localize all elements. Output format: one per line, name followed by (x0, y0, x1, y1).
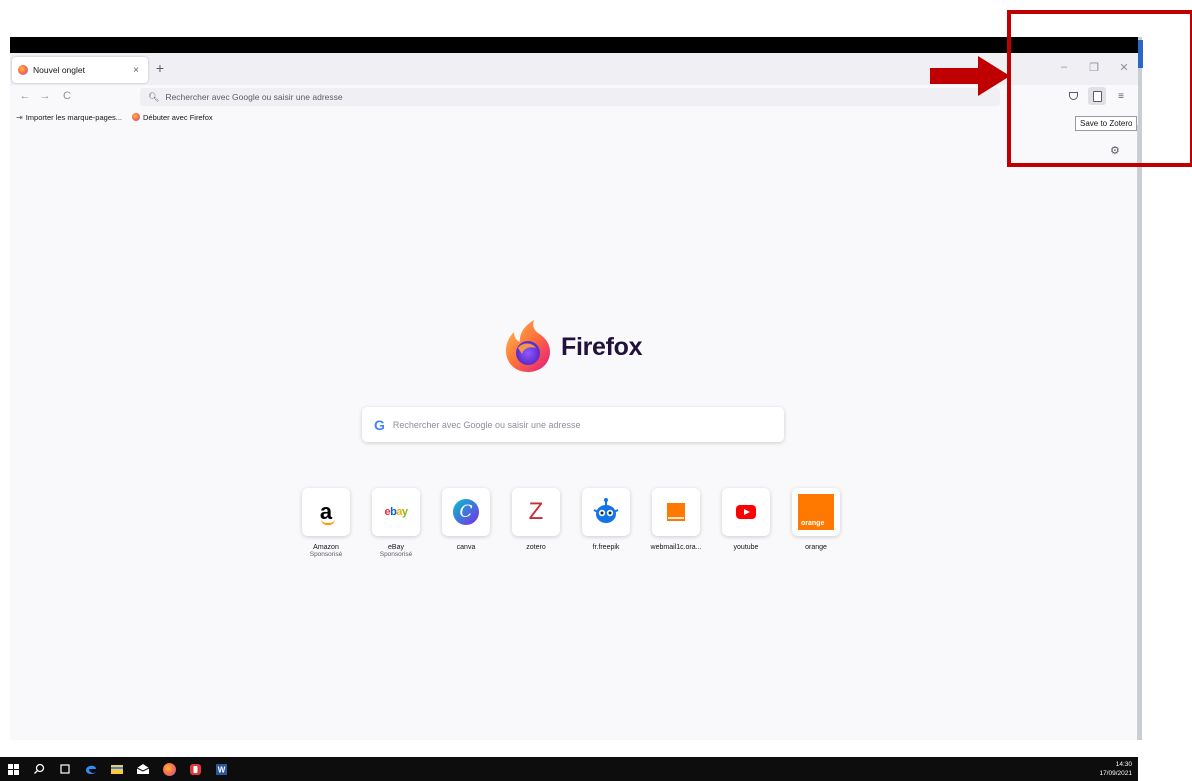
orange-icon: orange (798, 494, 834, 530)
orange-logo-text: orange (801, 520, 825, 527)
import-icon: ⇥ (16, 112, 23, 122)
tile-label: fr.freepik (592, 544, 620, 551)
windows-taskbar: W 14:30 17/09/2021 (0, 757, 1138, 781)
screenshot: Nouvel onglet × + – ❐ ✕ ← → C 🔍︎ ≡ (0, 0, 1192, 781)
url-bar[interactable]: 🔍︎ (140, 88, 1000, 106)
tile-icon-box: ebay (372, 488, 420, 536)
amazon-icon: a (319, 499, 336, 525)
close-icon[interactable]: × (130, 65, 142, 76)
back-button[interactable]: ← (18, 89, 32, 103)
app-shield-icon (189, 763, 201, 775)
tile-label: webmail1c.ora... (650, 544, 702, 551)
top-site-orange[interactable]: orange orange (792, 488, 840, 558)
tile-label: Amazon (313, 544, 339, 551)
firefox-logo-icon (506, 320, 550, 372)
tile-label: youtube (733, 544, 759, 551)
clock-date: 17/09/2021 (1099, 770, 1132, 777)
top-site-youtube[interactable]: youtube (722, 488, 770, 558)
url-input[interactable] (165, 92, 766, 102)
annotation-highlight-box (1007, 10, 1192, 167)
start-button[interactable] (0, 757, 26, 781)
svg-text:W: W (217, 765, 225, 774)
bookmark-label: Importer les marque-pages... (25, 112, 122, 122)
top-site-zotero[interactable]: Z zotero (512, 488, 560, 558)
tile-label: canva (456, 544, 476, 551)
task-view-button[interactable] (52, 757, 78, 781)
word-icon: W (215, 763, 227, 775)
firefox-icon (162, 762, 176, 776)
tile-icon-box (582, 488, 630, 536)
taskbar-edge[interactable] (78, 757, 104, 781)
newtab-search-input[interactable] (392, 419, 753, 430)
bookmark-import[interactable]: ⇥ Importer les marque-pages... (16, 113, 122, 122)
mail-icon (136, 764, 150, 774)
taskbar-search-button[interactable] (26, 757, 52, 781)
tile-icon-box (652, 488, 700, 536)
firefox-wordmark: Firefox (561, 333, 643, 361)
newtab-search-box[interactable]: G (362, 407, 784, 442)
search-icon (34, 763, 45, 774)
new-tab-button[interactable]: + (153, 61, 167, 75)
top-site-ebay[interactable]: ebay eBay Sponsorisé (372, 488, 420, 558)
taskbar-mail[interactable] (130, 757, 156, 781)
tile-sponsored: Sponsorisé (379, 551, 413, 558)
freepik-robot-icon (593, 498, 619, 523)
tab-new-tab[interactable]: Nouvel onglet × (12, 57, 148, 83)
zotero-icon: Z (528, 498, 544, 525)
top-site-amazon[interactable]: a Amazon Sponsorisé (302, 488, 350, 558)
tile-icon-box: C (442, 488, 490, 536)
tab-title: Nouvel onglet (33, 65, 85, 75)
youtube-icon (736, 505, 756, 519)
windows-icon (7, 763, 19, 775)
task-view-icon (60, 764, 70, 774)
annotation-arrow-icon (930, 56, 1010, 96)
tile-label: eBay (388, 544, 404, 551)
taskbar-word[interactable]: W (208, 757, 234, 781)
taskbar-clock[interactable]: 14:30 17/09/2021 (1099, 760, 1132, 778)
tile-icon-box: a (302, 488, 350, 536)
top-site-webmail[interactable]: webmail1c.ora... (650, 488, 702, 558)
tile-label: zotero (526, 544, 546, 551)
tile-sponsored: Sponsorisé (309, 551, 343, 558)
firefox-icon (18, 65, 28, 75)
clock-time: 14:30 (1115, 761, 1132, 768)
firefox-icon (132, 113, 140, 121)
forward-button[interactable]: → (38, 89, 52, 103)
top-sites: a Amazon Sponsorisé ebay eBay Sponsorisé… (302, 488, 840, 558)
folder-icon (111, 765, 123, 774)
canva-icon: C (453, 499, 479, 525)
screen-top-bar (10, 37, 1138, 53)
top-site-freepik[interactable]: fr.freepik (582, 488, 630, 558)
tile-icon-box (722, 488, 770, 536)
firefox-window: Nouvel onglet × + – ❐ ✕ ← → C 🔍︎ ≡ (10, 53, 1138, 740)
taskbar-app-red[interactable] (182, 757, 208, 781)
taskbar-firefox[interactable] (156, 757, 182, 781)
tile-label: orange (805, 544, 827, 551)
google-icon: G (374, 416, 385, 433)
tile-icon-box: orange (792, 488, 840, 536)
ebay-icon: ebay (384, 506, 408, 518)
edge-icon (86, 765, 96, 775)
tile-icon-box: Z (512, 488, 560, 536)
taskbar-file-explorer[interactable] (104, 757, 130, 781)
bookmark-label: Débuter avec Firefox (143, 112, 213, 122)
bookmarks-bar: ⇥ Importer les marque-pages... Débuter a… (10, 109, 1138, 125)
orange-icon (667, 503, 685, 521)
top-site-canva[interactable]: C canva (442, 488, 490, 558)
bookmark-get-started[interactable]: Débuter avec Firefox (132, 113, 213, 122)
reload-button[interactable]: C (60, 89, 74, 103)
search-icon: 🔍︎ (148, 91, 160, 102)
